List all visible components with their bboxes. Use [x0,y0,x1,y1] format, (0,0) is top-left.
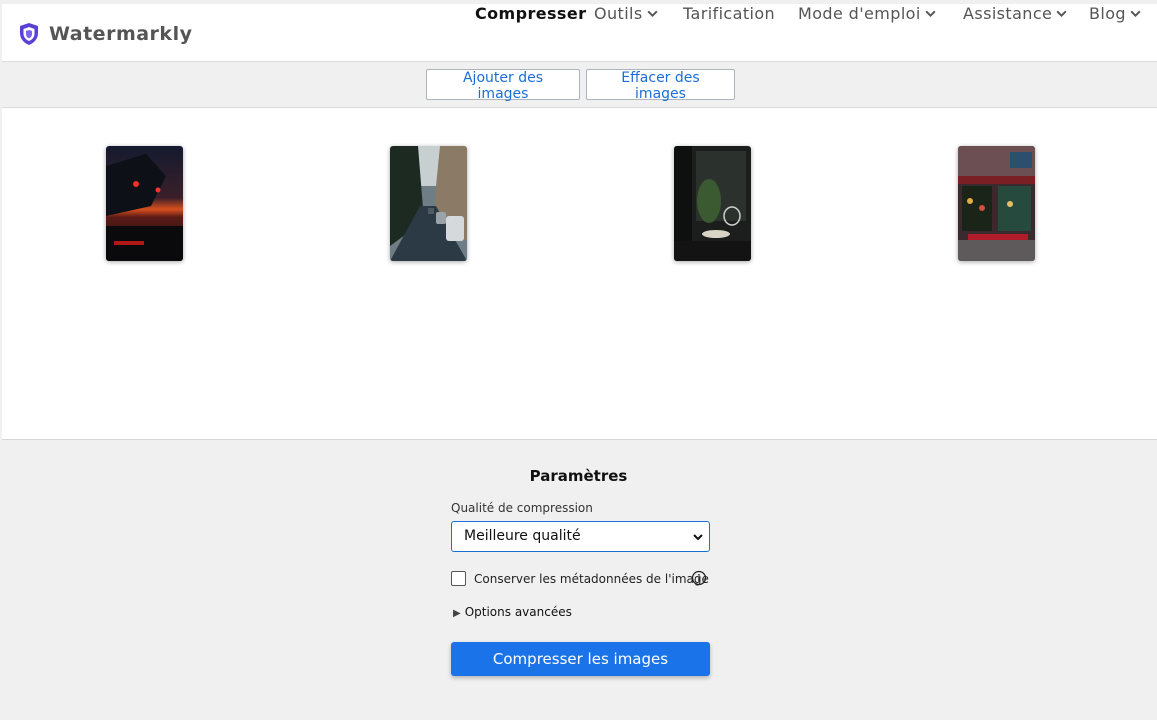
nav-outils[interactable]: Outils [594,4,659,23]
brand-name[interactable]: Watermarkly [49,23,192,45]
image-thumbnail[interactable] [390,146,467,261]
settings-title: Paramètres [529,467,628,485]
quality-select-value: Meilleure qualité [464,528,581,544]
nav-compresser[interactable]: Compresser [475,4,586,23]
nav-assistance[interactable]: Assistance [963,4,1068,23]
compress-images-button[interactable]: Compresser les images [451,642,710,676]
chevron-down-icon [1130,10,1141,17]
photo-dark-cafe-interior-thumbnail [674,146,751,261]
quality-label: Qualité de compression [451,501,593,515]
keep-metadata-label[interactable]: Conserver les métadonnées de l'image [474,572,709,586]
nav-compresser-label: Compresser [475,4,587,23]
advanced-options-label: Options avancées [464,605,572,619]
triangle-right-icon: ▶ [453,608,461,619]
add-images-button[interactable]: Ajouter des images [426,69,580,102]
photo-city-street-thumbnail [390,146,467,261]
settings-panel: Paramètres Qualité de compression Meille… [2,441,1157,720]
image-thumbnail[interactable] [674,146,751,261]
nav-tarification[interactable]: Tarification [683,4,775,23]
nav-outils-label: Outils [594,4,643,23]
image-thumbnail[interactable] [106,146,183,261]
chevron-down-icon [647,10,658,17]
watermarkly-logo-icon[interactable] [18,22,40,46]
nav-mode-emploi[interactable]: Mode d'emploi [798,4,937,23]
chevron-down-icon [925,10,936,17]
nav-blog-label: Blog [1089,4,1126,23]
nav-blog[interactable]: Blog [1089,4,1142,23]
nav-tarification-label: Tarification [683,4,776,23]
advanced-options-toggle[interactable]: ▶ Options avancées [453,605,572,619]
image-gallery [2,108,1157,440]
top-header: Watermarkly Compresser Outils Tarificati… [2,4,1157,62]
photo-sunset-balcony-thumbnail [106,146,183,261]
keep-metadata-checkbox[interactable] [451,571,466,586]
photo-storefront-night-thumbnail [958,146,1035,261]
nav-mode-emploi-label: Mode d'emploi [798,4,921,23]
quality-select[interactable]: Meilleure qualité [451,521,710,552]
clear-images-button[interactable]: Effacer des images [586,69,735,102]
nav-assistance-label: Assistance [963,4,1053,23]
chevron-down-icon [693,534,703,541]
image-thumbnail[interactable] [958,146,1035,261]
chevron-down-icon [1056,10,1067,17]
image-toolbar: Ajouter des images Effacer des images [2,62,1157,108]
info-icon[interactable] [691,570,707,586]
